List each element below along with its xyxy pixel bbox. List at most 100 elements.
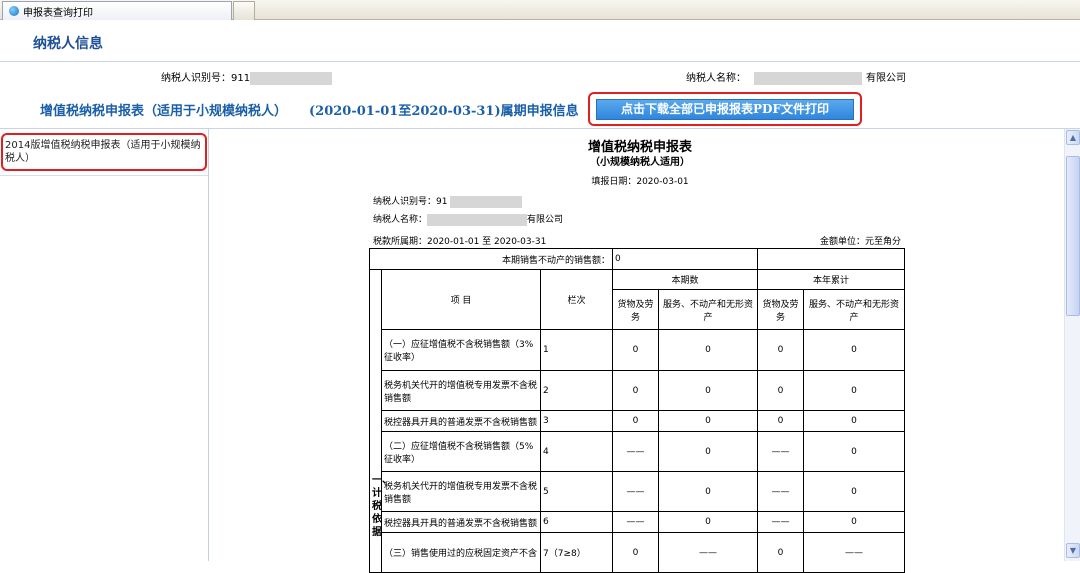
row-value: 0 [757,329,805,371]
row-value: 0 [803,410,906,432]
section-title: 纳税人信息 [33,36,103,52]
immovable-sales-value: 0 [611,248,759,270]
period-heading: 增值税纳税申报表（适用于小规模纳税人） (2020-01-01至2020-03-3… [40,100,579,119]
row-line: 4 [540,431,613,472]
immovable-sales-label: 本期销售不动产的销售额： [369,248,613,270]
table-row: 税务机关代开的增值税专用发票不含税销售额 2 0 0 0 0 [370,370,906,411]
download-button-highlight: 点击下载全部已申报报表PDF文件打印 [588,92,862,126]
redacted-taxpayer-name [754,71,862,85]
row-value: —— [612,471,659,512]
row-value: 0 [657,431,759,472]
col-header-item: 项 目 [381,269,541,330]
fill-date: 填报日期：2020-03-01 [591,177,689,187]
col-header-services: 服务、不动产和无形资产 [803,289,906,330]
taxpayer-name-row: 纳税人名称： 有限公司 [686,69,906,85]
col-header-goods: 货物及劳务 [757,289,805,330]
row-item: （二）应征增值税不含税销售额（5%征收率） [381,431,541,472]
row-line: 7（7≥8） [540,532,613,573]
form-taxpayer-name: 纳税人名称： 有限公司 [373,212,563,226]
table-row: （二）应征增值税不含税销售额（5%征收率） 4 —— 0 —— 0 [370,431,906,472]
row-value: —— [612,431,659,472]
row-value: 0 [757,410,805,432]
vertical-scrollbar[interactable]: ▲ ▼ [1064,129,1080,561]
row-value: 0 [803,471,906,512]
table-row: 税控器具开具的普通发票不含税销售额 6 —— 0 —— 0 [370,511,906,533]
taxpayer-id-row: 纳税人识别号：911 [161,69,333,85]
row-item: 税控器具开具的普通发票不含税销售额 [381,511,541,533]
taxpayer-id-label: 纳税人识别号： [161,73,231,84]
row-item: 税务机关代开的增值税专用发票不含税销售额 [381,370,541,411]
side-label-tax-basis: 一、计税依据 [369,269,392,573]
form-taxpayer-id-prefix: 91 [436,197,448,207]
table-row: （一）应征增值税不含税销售额（3%征收率） 1 0 0 0 0 [370,329,906,371]
new-tab-button[interactable] [233,1,255,20]
row-item: 税务机关代开的增值税专用发票不含税销售额 [381,471,541,512]
row-line: 3 [540,410,613,432]
scroll-up-icon[interactable]: ▲ [1066,130,1080,145]
tab-report-query-print[interactable]: 申报表查询打印 [2,1,232,20]
row-value: —— [757,511,805,533]
divider [0,61,1080,62]
table-row: （三）销售使用过的应税固定资产不含 7（7≥8） 0 —— 0 —— [370,532,906,573]
tax-period: 税款所属期：2020-01-01 至 2020-03-31 [373,237,547,247]
download-all-pdf-button[interactable]: 点击下载全部已申报报表PDF文件打印 [596,99,854,120]
table-row: 税务机关代开的增值税专用发票不含税销售额 5 —— 0 —— 0 [370,471,906,512]
row-value: —— [757,431,805,472]
col-header-ytd: 本年累计 [757,269,906,290]
row-value: 0 [803,370,906,411]
row-value: —— [757,471,805,512]
amount-unit: 金额单位：元至角分 [820,237,902,247]
col-header-line: 栏次 [540,269,613,330]
row-value: 0 [612,532,659,573]
form-taxpayer-name-suffix: 有限公司 [527,215,564,225]
row-value: 0 [803,329,906,371]
row-value: 0 [657,471,759,512]
divider [0,175,208,176]
row-item: （三）销售使用过的应税固定资产不含 [381,532,541,573]
scroll-thumb[interactable] [1066,156,1080,316]
ie-icon [9,6,19,16]
row-value: 0 [657,410,759,432]
form-subtitle: （小规模纳税人适用） [590,157,690,168]
row-value: 0 [803,431,906,472]
col-header-current: 本期数 [611,269,759,290]
row-line: 1 [540,329,613,371]
report-list-item-2014-vat-small[interactable]: 2014版增值税纳税申报表（适用于小规模纳税人） [1,133,207,171]
row-value: 0 [657,370,759,411]
row-value: 0 [612,329,659,371]
form-taxpayer-id: 纳税人识别号：91 [373,194,523,208]
form-taxpayer-id-label: 纳税人识别号： [373,197,437,207]
row-item: 税控器具开具的普通发票不含税销售额 [381,410,541,432]
row-value: —— [612,511,659,533]
row-value: 0 [657,511,759,533]
row-item: （一）应征增值税不含税销售额（3%征收率） [381,329,541,371]
row-line: 5 [540,471,613,512]
row-value: 0 [612,410,659,432]
row-value: 0 [612,370,659,411]
redacted-form-taxpayer-name [427,213,528,226]
col-header-services: 服务、不动产和无形资产 [657,289,759,330]
redacted-form-taxpayer-id [450,195,523,208]
period-title: 增值税纳税申报表（适用于小规模纳税人） [40,104,288,119]
taxpayer-name-suffix: 有限公司 [866,73,906,84]
report-list-pane: 2014版增值税纳税申报表（适用于小规模纳税人） [0,129,209,561]
form-taxpayer-name-label: 纳税人名称： [373,215,428,225]
vat-return-table: 本期销售不动产的销售额： 0 一、计税依据 项 目 栏次 本期数 本年累计 货物… [369,248,906,573]
row-line: 6 [540,511,613,533]
side-label-text: 一、计税依据 [372,474,392,538]
blank-cell [757,248,906,270]
redacted-taxpayer-id [250,71,333,85]
row-value: 0 [757,532,805,573]
row-value: 0 [757,370,805,411]
tab-title: 申报表查询打印 [23,7,93,19]
col-header-goods: 货物及劳务 [612,289,659,330]
browser-tab-bar: 申报表查询打印 [0,0,1080,20]
table-row: 税控器具开具的普通发票不含税销售额 3 0 0 0 0 [370,410,906,432]
row-value: —— [803,532,906,573]
scroll-down-icon[interactable]: ▼ [1066,543,1080,558]
row-line: 2 [540,370,613,411]
row-value: 0 [657,329,759,371]
row-value: —— [657,532,759,573]
taxpayer-name-label: 纳税人名称： [686,73,746,84]
period-range: (2020-01-01至2020-03-31)属期申报信息 [309,104,579,119]
